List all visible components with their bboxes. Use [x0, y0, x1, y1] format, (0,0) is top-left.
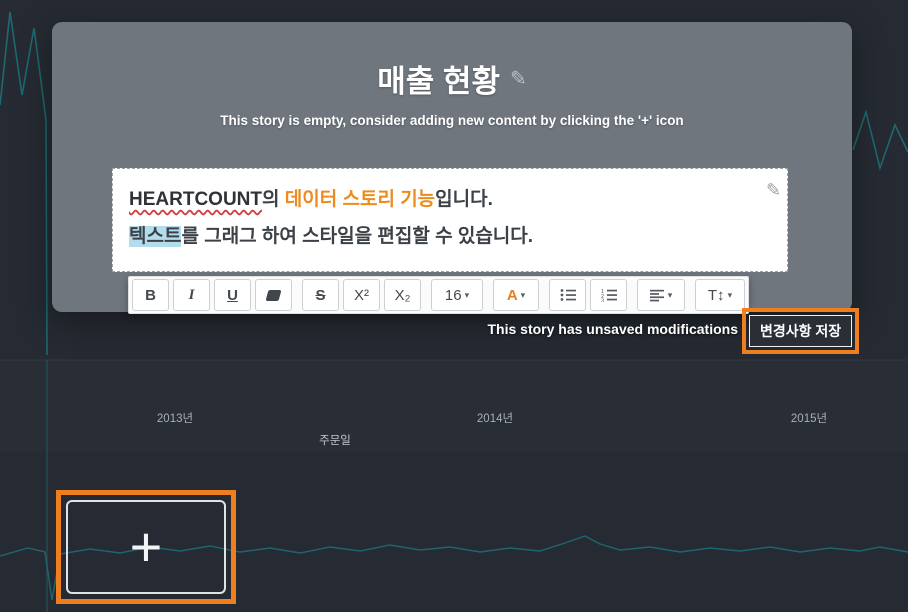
- x-axis-title: 주문일: [319, 435, 351, 447]
- feature-text: 데이터 스토리 기능: [284, 189, 436, 210]
- underline-icon: U: [227, 286, 238, 304]
- x-tick-2015: 2015년: [790, 413, 828, 425]
- x-tick-2014: 2014년: [476, 413, 514, 425]
- particle-text: 의: [262, 189, 285, 210]
- underline-button[interactable]: U: [214, 279, 251, 311]
- selected-text: 텍스트: [129, 226, 182, 247]
- chevron-down-icon: ▾: [667, 289, 673, 300]
- edit-content-icon[interactable]: ✎: [766, 180, 781, 201]
- chevron-down-icon: ▾: [727, 289, 733, 300]
- editor-line-1: HEARTCOUNT의 데이터 스토리 기능입니다.: [129, 181, 771, 218]
- story-modal: 매출 현황 ✎ This story is empty, consider ad…: [52, 22, 852, 312]
- strikethrough-button[interactable]: S: [302, 279, 339, 311]
- plus-icon: +: [129, 515, 163, 578]
- brand-text: HEARTCOUNT: [129, 189, 262, 210]
- bold-icon: B: [145, 286, 156, 304]
- italic-button[interactable]: I: [173, 279, 210, 311]
- story-empty-hint: This story is empty, consider adding new…: [220, 113, 684, 128]
- x-tick-2013: 2013년: [156, 413, 194, 425]
- strikethrough-icon: S: [315, 286, 326, 304]
- font-color-dropdown[interactable]: A ▾: [493, 279, 539, 311]
- superscript-icon: X²: [354, 286, 369, 304]
- save-changes-button[interactable]: 변경사항 저장: [749, 315, 853, 347]
- bold-button[interactable]: B: [132, 279, 169, 311]
- add-annotation-highlight: +: [56, 490, 236, 604]
- font-size-value: 16: [444, 286, 462, 304]
- eraser-icon: [265, 289, 282, 301]
- unordered-list-button[interactable]: [549, 279, 586, 311]
- line1-end-text: 입니다.: [435, 189, 493, 210]
- formatting-toolbar: B I U S X² X₂ 16 ▾ A ▾ 1 2 3 ▾ T↕ ▾: [128, 276, 749, 314]
- font-color-icon: A: [506, 286, 518, 304]
- add-content-button[interactable]: +: [66, 500, 226, 594]
- font-size-dropdown[interactable]: 16 ▾: [431, 279, 483, 311]
- ordered-list-button[interactable]: 1 2 3: [590, 279, 627, 311]
- chevron-down-icon: ▾: [464, 289, 470, 300]
- line2-end-text: 를 그래그 하여 스타일을 편집할 수 있습니다.: [181, 226, 534, 247]
- save-annotation-highlight: 변경사항 저장: [742, 308, 860, 354]
- unsaved-modifications-message: This story has unsaved modifications: [487, 321, 738, 337]
- story-title-row: 매출 현황 ✎: [52, 56, 852, 101]
- line-height-icon: T↕: [707, 286, 725, 304]
- italic-icon: I: [188, 286, 195, 303]
- app-window: 2013년 2014년 2015년 주문일 매출 현황 ✎ This story…: [0, 0, 908, 612]
- line-height-dropdown[interactable]: T↕ ▾: [695, 279, 745, 311]
- superscript-button[interactable]: X²: [343, 279, 380, 311]
- edit-title-icon[interactable]: ✎: [510, 66, 527, 91]
- rich-text-editor[interactable]: HEARTCOUNT의 데이터 스토리 기능입니다. 텍스트를 그래그 하여 스…: [112, 168, 788, 272]
- numbered-list-icon: 1 2 3: [601, 289, 617, 303]
- editor-line-2: 텍스트를 그래그 하여 스타일을 편집할 수 있습니다.: [129, 218, 771, 255]
- story-title: 매출 현황: [377, 64, 500, 99]
- subscript-button[interactable]: X₂: [384, 279, 421, 311]
- clear-format-button[interactable]: [255, 279, 292, 311]
- align-left-icon: [649, 289, 664, 301]
- bullet-list-icon: [560, 289, 576, 301]
- paragraph-align-dropdown[interactable]: ▾: [637, 279, 685, 311]
- svg-text:3: 3: [601, 299, 604, 303]
- chevron-down-icon: ▾: [520, 289, 526, 300]
- subscript-icon: X₂: [394, 286, 411, 304]
